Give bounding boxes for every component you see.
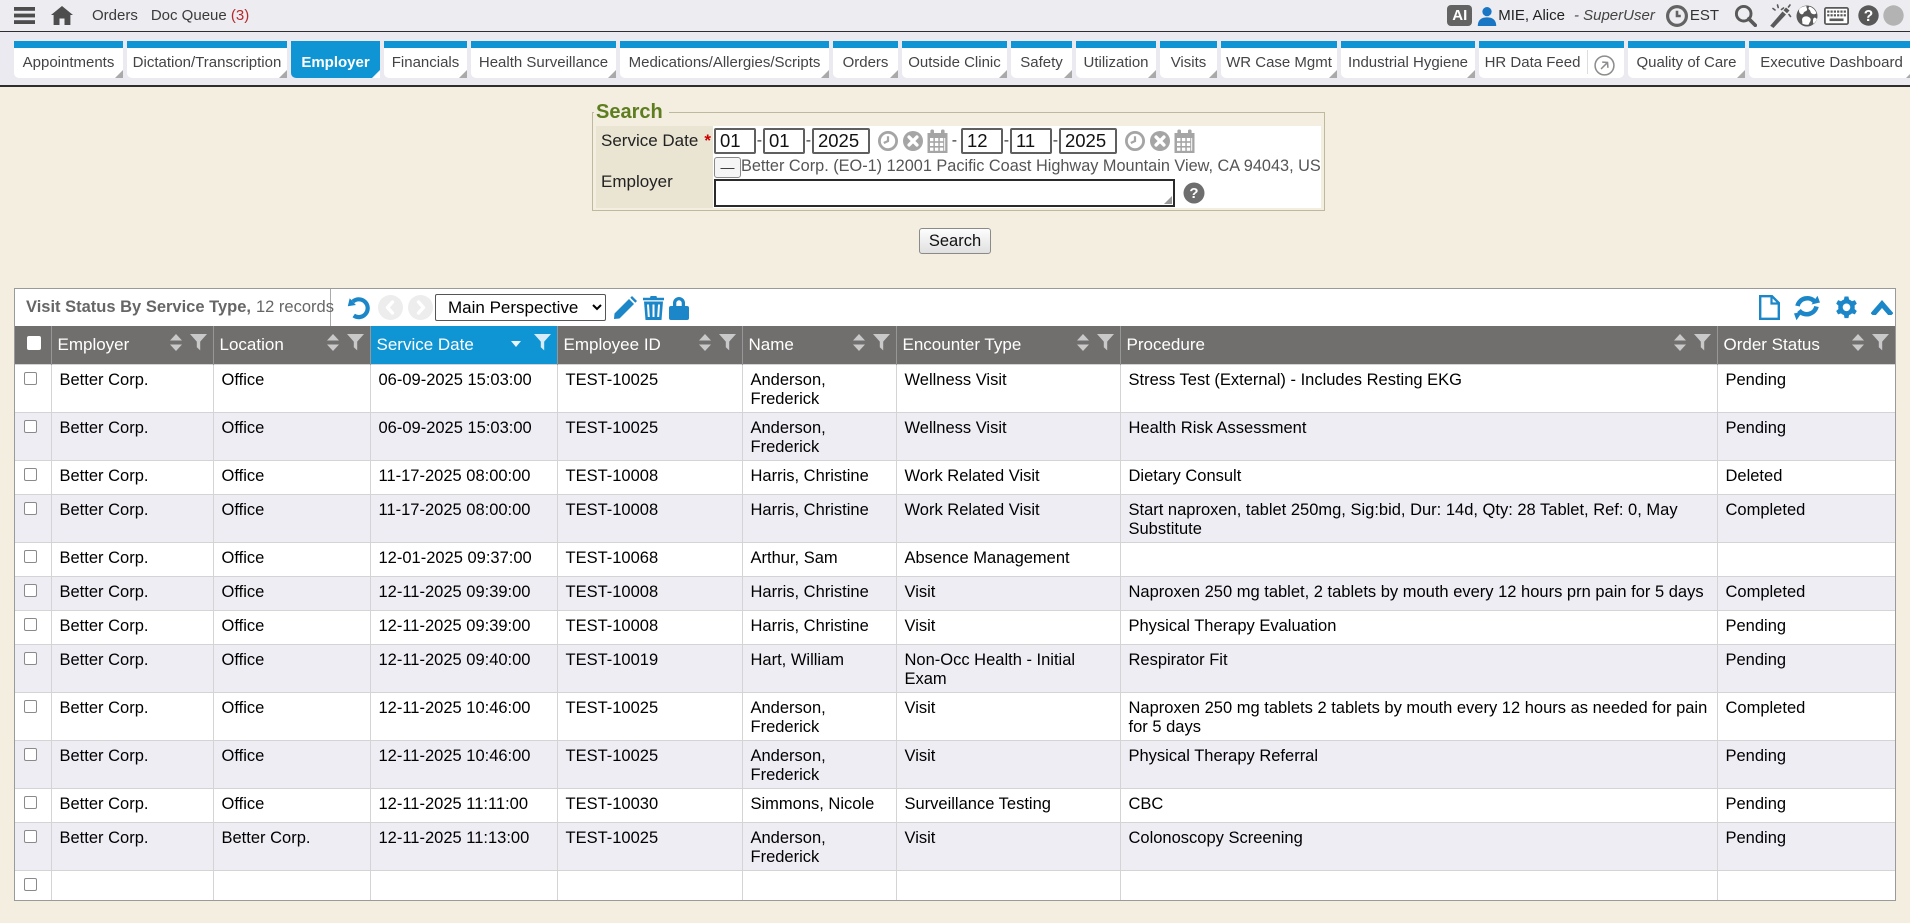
svg-text:?: ?	[1864, 8, 1873, 25]
svg-text:?: ?	[1189, 185, 1198, 202]
